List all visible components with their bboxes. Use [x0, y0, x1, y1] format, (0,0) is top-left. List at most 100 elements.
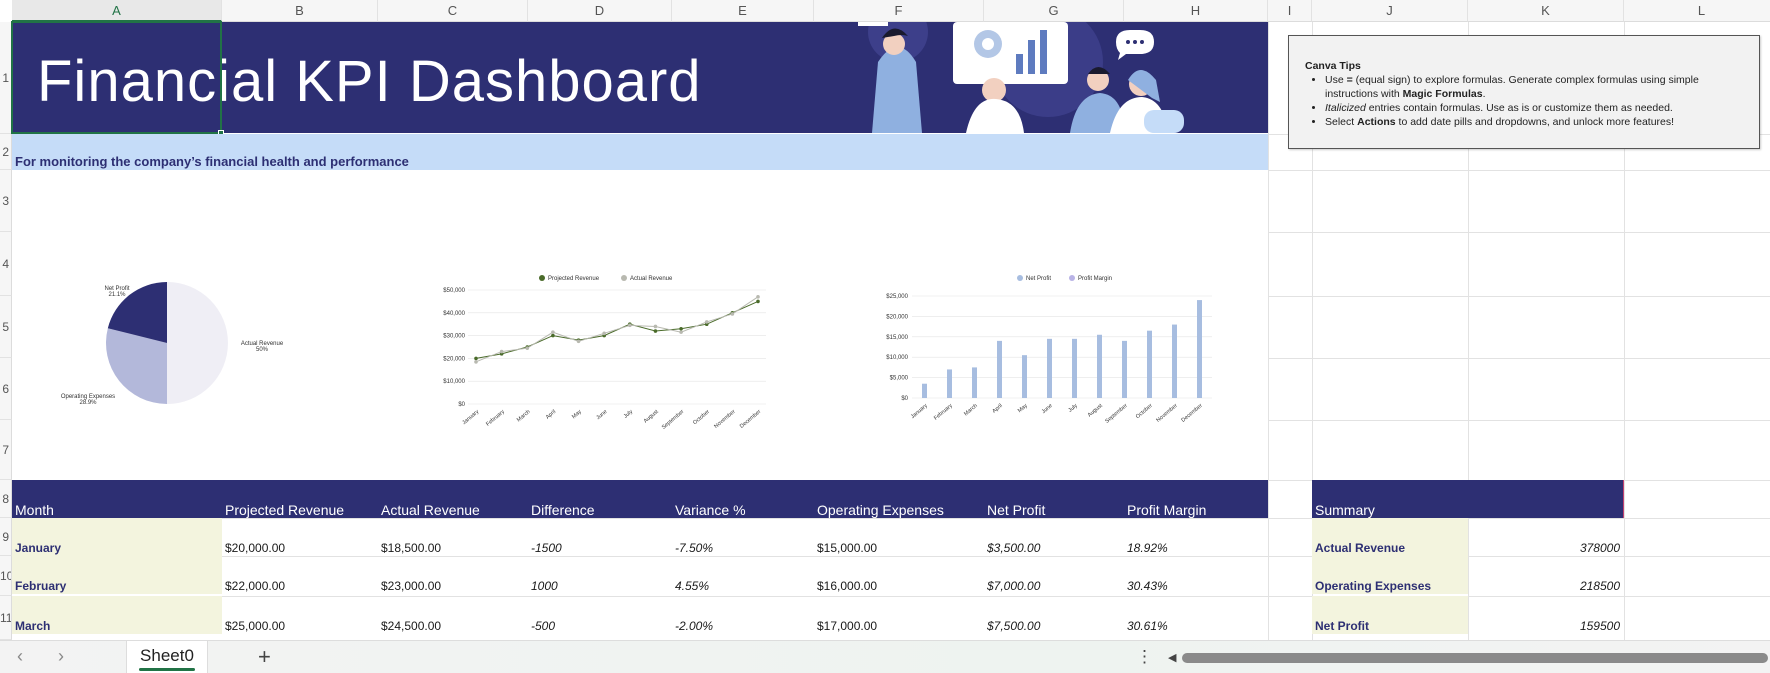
- x-tick-label: April: [545, 409, 557, 421]
- next-sheet-arrow-icon[interactable]: ›: [58, 646, 64, 667]
- grid-line-h: [1268, 170, 1770, 171]
- grid-line-h: [1268, 358, 1770, 359]
- data-point: [576, 339, 581, 344]
- bar-february: [947, 369, 952, 398]
- summary-label[interactable]: Net Profit: [1312, 596, 1468, 634]
- month-cell[interactable]: January: [12, 518, 222, 556]
- x-tick-label: November: [1155, 403, 1178, 424]
- row-header-4[interactable]: 4: [0, 232, 12, 296]
- scroll-left-arrow-icon[interactable]: ◀: [1168, 651, 1176, 664]
- table-cell[interactable]: -7.50%: [672, 518, 814, 556]
- tip-item-italicized: Italicized entries contain formulas. Use…: [1325, 101, 1743, 115]
- table-header-cell[interactable]: Variance %: [672, 480, 814, 518]
- table-header-cell[interactable]: Operating Expenses: [814, 480, 984, 518]
- y-tick-label: $15,000: [886, 335, 908, 341]
- table-cell[interactable]: $7,500.00: [984, 596, 1124, 634]
- selected-cell-a1[interactable]: [11, 21, 222, 134]
- table-cell[interactable]: $15,000.00: [814, 518, 984, 556]
- table-cell[interactable]: $3,500.00: [984, 518, 1124, 556]
- table-cell[interactable]: 1000: [528, 556, 672, 594]
- table-header-cell[interactable]: Projected Revenue: [222, 480, 378, 518]
- pie-pct-label: 21.1%: [108, 292, 126, 298]
- column-header-g[interactable]: G: [984, 0, 1124, 22]
- summary-label[interactable]: Actual Revenue: [1312, 518, 1468, 556]
- data-point: [653, 329, 658, 333]
- column-header-i[interactable]: I: [1268, 0, 1312, 22]
- table-cell[interactable]: 4.55%: [672, 556, 814, 594]
- table-header-cell[interactable]: Month: [12, 480, 222, 518]
- row-header-7[interactable]: 7: [0, 420, 12, 480]
- table-cell[interactable]: -500: [528, 596, 672, 634]
- column-header-f[interactable]: F: [814, 0, 984, 22]
- column-header-k[interactable]: K: [1468, 0, 1624, 22]
- row-header-5[interactable]: 5: [0, 296, 12, 358]
- table-header-cell[interactable]: Actual Revenue: [378, 480, 528, 518]
- table-cell[interactable]: 30.43%: [1124, 556, 1268, 594]
- summary-value[interactable]: 159500: [1468, 596, 1624, 634]
- data-point: [730, 312, 735, 316]
- y-tick-label: $20,000: [886, 314, 908, 320]
- table-cell[interactable]: $17,000.00: [814, 596, 984, 634]
- month-cell[interactable]: March: [12, 596, 222, 634]
- table-cell[interactable]: -2.00%: [672, 596, 814, 634]
- row-header-11[interactable]: 11: [0, 596, 12, 640]
- dashboard-subtitle: For monitoring the company’s financial h…: [15, 154, 409, 169]
- add-sheet-plus-icon[interactable]: +: [258, 644, 271, 670]
- bar-july: [1072, 338, 1077, 398]
- table-header-cell[interactable]: Difference: [528, 480, 672, 518]
- row-header-8[interactable]: 8: [0, 480, 12, 518]
- data-point: [679, 326, 683, 331]
- y-tick-label: $50,000: [443, 288, 465, 294]
- column-header-h[interactable]: H: [1124, 0, 1268, 22]
- table-header-cell[interactable]: Profit Margin: [1124, 480, 1268, 518]
- x-tick-label: April: [991, 403, 1003, 415]
- column-header-d[interactable]: D: [528, 0, 672, 22]
- prev-sheet-arrow-icon[interactable]: ‹: [17, 646, 23, 667]
- table-cell[interactable]: 18.92%: [1124, 518, 1268, 556]
- table-cell[interactable]: 30.61%: [1124, 596, 1268, 634]
- table-cell[interactable]: $25,000.00: [222, 596, 378, 634]
- row-header-9[interactable]: 9: [0, 518, 12, 556]
- canva-tips-heading: Canva Tips: [1305, 60, 1361, 72]
- more-options-icon[interactable]: ⋮: [1136, 647, 1153, 667]
- table-header-cell[interactable]: Net Profit: [984, 480, 1124, 518]
- row-header-10[interactable]: 10: [0, 556, 12, 596]
- summary-value[interactable]: 378000: [1468, 518, 1624, 556]
- scrollbar-thumb[interactable]: [1182, 653, 1768, 663]
- row-header-6[interactable]: 6: [0, 358, 12, 420]
- revenue-pie-chart: Actual Revenue50%Operating Expenses28.9%…: [61, 282, 284, 406]
- row-header-3[interactable]: 3: [0, 170, 12, 232]
- data-point: [474, 356, 478, 361]
- x-tick-label: June: [595, 409, 608, 421]
- legend-marker: [1017, 275, 1023, 281]
- table-cell[interactable]: $7,000.00: [984, 556, 1124, 594]
- x-tick-label: June: [1041, 403, 1054, 415]
- column-header-j[interactable]: J: [1312, 0, 1468, 22]
- column-header-e[interactable]: E: [672, 0, 814, 22]
- table-cell[interactable]: $23,000.00: [378, 556, 528, 594]
- column-header-a[interactable]: A: [12, 0, 222, 22]
- summary-label[interactable]: Operating Expenses: [1312, 556, 1468, 594]
- month-cell[interactable]: February: [12, 556, 222, 594]
- x-tick-label: February: [485, 409, 506, 428]
- column-header-b[interactable]: B: [222, 0, 378, 22]
- table-cell[interactable]: $20,000.00: [222, 518, 378, 556]
- table-cell[interactable]: $24,500.00: [378, 596, 528, 634]
- y-tick-label: $5,000: [890, 376, 909, 382]
- data-point: [551, 333, 555, 338]
- column-header-l[interactable]: L: [1624, 0, 1770, 22]
- x-tick-label: February: [933, 403, 954, 422]
- table-cell[interactable]: $22,000.00: [222, 556, 378, 594]
- x-tick-label: March: [963, 403, 979, 417]
- table-cell[interactable]: $18,500.00: [378, 518, 528, 556]
- canva-tips-box[interactable]: Canva Tips Use = (equal sign) to explore…: [1288, 35, 1760, 149]
- y-tick-label: $20,000: [443, 356, 465, 362]
- horizontal-scrollbar[interactable]: ◀: [1168, 651, 1768, 665]
- table-cell[interactable]: $16,000.00: [814, 556, 984, 594]
- sheet-tab-sheet0[interactable]: Sheet0: [126, 641, 208, 673]
- table-cell[interactable]: -1500: [528, 518, 672, 556]
- summary-header[interactable]: Summary: [1312, 480, 1468, 518]
- row-header-2[interactable]: 2: [0, 134, 12, 170]
- column-header-c[interactable]: C: [378, 0, 528, 22]
- summary-value[interactable]: 218500: [1468, 556, 1624, 594]
